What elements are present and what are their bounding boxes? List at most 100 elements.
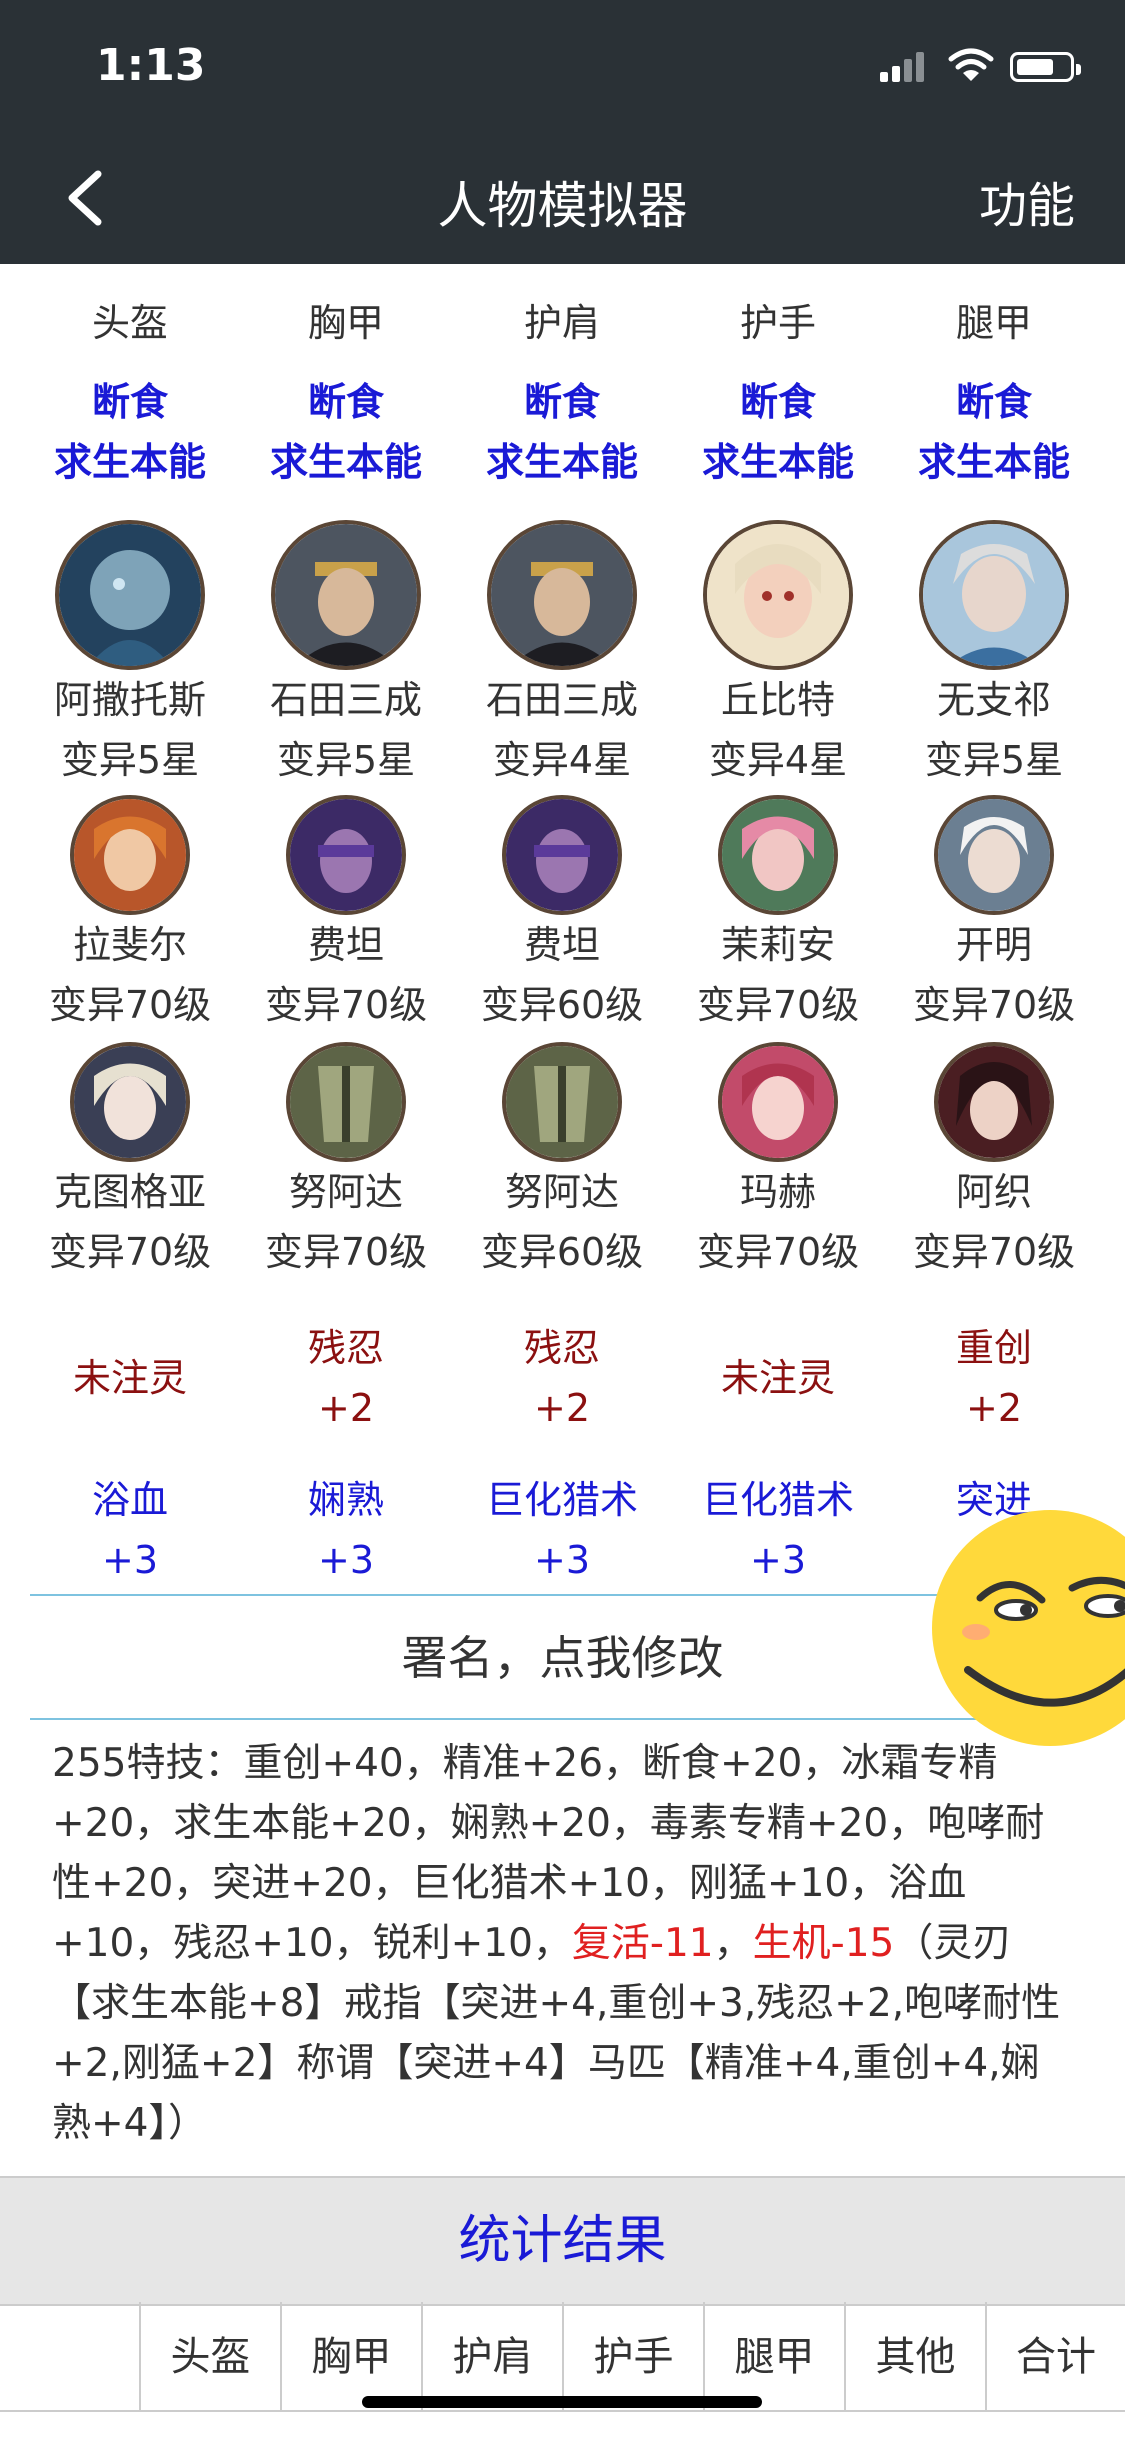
- hero-name: 无支祁: [936, 678, 1051, 722]
- hero-name: 费坦: [307, 923, 384, 967]
- enchant-row: 断食 求生本能 断食 求生本能 断食 求生本能 断食 求生本能 断食 求生本能: [22, 372, 1102, 492]
- hero-rank: 变异70级: [696, 1230, 860, 1274]
- hero-avatar: [55, 520, 205, 670]
- hero-avatar: [70, 795, 190, 915]
- stats-title: 统计结果: [0, 2176, 1125, 2306]
- stats-table: 头盔 胸甲 护肩 护手 腿甲 其他 合计: [0, 2302, 1125, 2442]
- cellular-signal-icon: [880, 52, 924, 82]
- wifi-icon: [948, 48, 994, 81]
- slot-label: 头盔: [91, 301, 168, 345]
- skill-cell[interactable]: 娴熟 +3: [238, 1470, 454, 1590]
- hero-rank: 变异4星: [708, 738, 848, 782]
- hero-avatar: [718, 1042, 838, 1162]
- slot-label: 腿甲: [955, 301, 1032, 345]
- spirit-cell[interactable]: 未注灵: [22, 1318, 238, 1438]
- function-button[interactable]: 功能: [979, 166, 1075, 236]
- hero-name: 拉斐尔: [72, 923, 187, 967]
- spirit-row: 未注灵 残忍 +2 残忍 +2 未注灵 重创 +2: [22, 1318, 1102, 1438]
- slot-label: 护肩: [523, 301, 600, 345]
- hero-avatar: [502, 1042, 622, 1162]
- hero-card[interactable]: 无支祁 变异5星: [886, 520, 1102, 790]
- hero-rank: 变异70级: [264, 983, 428, 1027]
- slot-label: 护手: [739, 301, 816, 345]
- skill-cell[interactable]: 浴血 +3: [22, 1470, 238, 1590]
- hero-rank: 变异5星: [276, 738, 416, 782]
- hero-name: 阿织: [955, 1170, 1032, 1214]
- skill-cell[interactable]: 巨化猎术 +3: [454, 1470, 670, 1590]
- page-title: 人物模拟器: [437, 177, 688, 235]
- hero-card[interactable]: 克图格亚 变异70级: [22, 1042, 238, 1282]
- hero-card[interactable]: 丘比特 变异4星: [670, 520, 886, 790]
- hero-avatar: [70, 1042, 190, 1162]
- hero-avatar: [919, 520, 1069, 670]
- hero-card[interactable]: 努阿达 变异60级: [454, 1042, 670, 1282]
- hero-card[interactable]: 努阿达 变异70级: [238, 1042, 454, 1282]
- hero-rank: 变异70级: [696, 983, 860, 1027]
- hero-avatar: [487, 520, 637, 670]
- hero-name: 努阿达: [504, 1170, 619, 1214]
- slot-label: 胸甲: [307, 301, 384, 345]
- skill-cell[interactable]: 巨化猎术 +3: [670, 1470, 886, 1590]
- spirit-cell[interactable]: 重创 +2: [886, 1318, 1102, 1438]
- hero-card[interactable]: 玛赫 变异70级: [670, 1042, 886, 1282]
- status-time: 1:13: [96, 40, 206, 91]
- hero-card[interactable]: 石田三成 变异5星: [238, 520, 454, 790]
- hero-rank: 变异70级: [912, 1230, 1076, 1274]
- enchant-cell[interactable]: 断食 求生本能: [454, 372, 670, 492]
- hero-name: 开明: [955, 923, 1032, 967]
- spirit-cell[interactable]: 残忍 +2: [238, 1318, 454, 1438]
- enchant-cell[interactable]: 断食 求生本能: [238, 372, 454, 492]
- stats-col-header: [0, 2302, 141, 2412]
- spirit-cell[interactable]: 未注灵: [670, 1318, 886, 1438]
- hero-avatar: [286, 795, 406, 915]
- hero-avatar: [718, 795, 838, 915]
- hero-avatar: [271, 520, 421, 670]
- hero-card[interactable]: 费坦 变异70级: [238, 795, 454, 1035]
- hero-name: 茉莉安: [720, 923, 835, 967]
- hero-card[interactable]: 茉莉安 变异70级: [670, 795, 886, 1035]
- hero-row-1: 阿撒托斯 变异5星 石田三成 变异5星 石田三成 变异4星 丘比特 变异4星 无…: [22, 520, 1102, 790]
- battery-icon: [1010, 52, 1081, 82]
- hero-row-3: 克图格亚 变异70级 努阿达 变异70级 努阿达 变异60级 玛赫 变异70级 …: [22, 1042, 1102, 1282]
- status-bar: 1:13: [0, 0, 1125, 132]
- hero-card[interactable]: 费坦 变异60级: [454, 795, 670, 1035]
- home-indicator[interactable]: [362, 2396, 762, 2408]
- hero-card[interactable]: 开明 变异70级: [886, 795, 1102, 1035]
- hero-avatar: [703, 520, 853, 670]
- enchant-cell[interactable]: 断食 求生本能: [886, 372, 1102, 492]
- hero-rank: 变异60级: [480, 983, 644, 1027]
- hero-name: 克图格亚: [53, 1170, 206, 1214]
- hero-name: 努阿达: [288, 1170, 403, 1214]
- hero-name: 玛赫: [739, 1170, 816, 1214]
- hero-rank: 变异60级: [480, 1230, 644, 1274]
- stats-col-header: 合计: [987, 2302, 1125, 2412]
- hero-rank: 变异70级: [912, 983, 1076, 1027]
- hero-card[interactable]: 阿织 变异70级: [886, 1042, 1102, 1282]
- smirk-emoji-icon[interactable]: [930, 1510, 1125, 1750]
- spirit-cell[interactable]: 残忍 +2: [454, 1318, 670, 1438]
- hero-name: 石田三成: [269, 678, 422, 722]
- hero-name: 费坦: [523, 923, 600, 967]
- hero-rank: 变异5星: [60, 738, 200, 782]
- hero-name: 丘比特: [720, 678, 835, 722]
- nav-bar: 人物模拟器 功能: [0, 132, 1125, 264]
- stats-col-header: 其他: [846, 2302, 987, 2412]
- hero-name: 石田三成: [485, 678, 638, 722]
- hero-rank: 变异70级: [48, 1230, 212, 1274]
- hero-rank: 变异70级: [264, 1230, 428, 1274]
- hero-rank: 变异4星: [492, 738, 632, 782]
- enchant-cell[interactable]: 断食 求生本能: [670, 372, 886, 492]
- hero-card[interactable]: 阿撒托斯 变异5星: [22, 520, 238, 790]
- hero-avatar: [934, 795, 1054, 915]
- hero-rank: 变异5星: [924, 738, 1064, 782]
- hero-card[interactable]: 拉斐尔 变异70级: [22, 795, 238, 1035]
- hero-rank: 变异70级: [48, 983, 212, 1027]
- hero-avatar: [934, 1042, 1054, 1162]
- stats-col-header: 头盔: [141, 2302, 282, 2412]
- slot-labels: 头盔 胸甲 护肩 护手 腿甲: [22, 292, 1102, 347]
- hero-name: 阿撒托斯: [53, 678, 206, 722]
- hero-row-2: 拉斐尔 变异70级 费坦 变异70级 费坦 变异60级 茉莉安 变异70级 开明…: [22, 795, 1102, 1035]
- hero-card[interactable]: 石田三成 变异4星: [454, 520, 670, 790]
- skill-summary: 255特技：重创+40，精准+26，断食+20，冰霜专精+20，求生本能+20，…: [52, 1741, 1061, 2146]
- enchant-cell[interactable]: 断食 求生本能: [22, 372, 238, 492]
